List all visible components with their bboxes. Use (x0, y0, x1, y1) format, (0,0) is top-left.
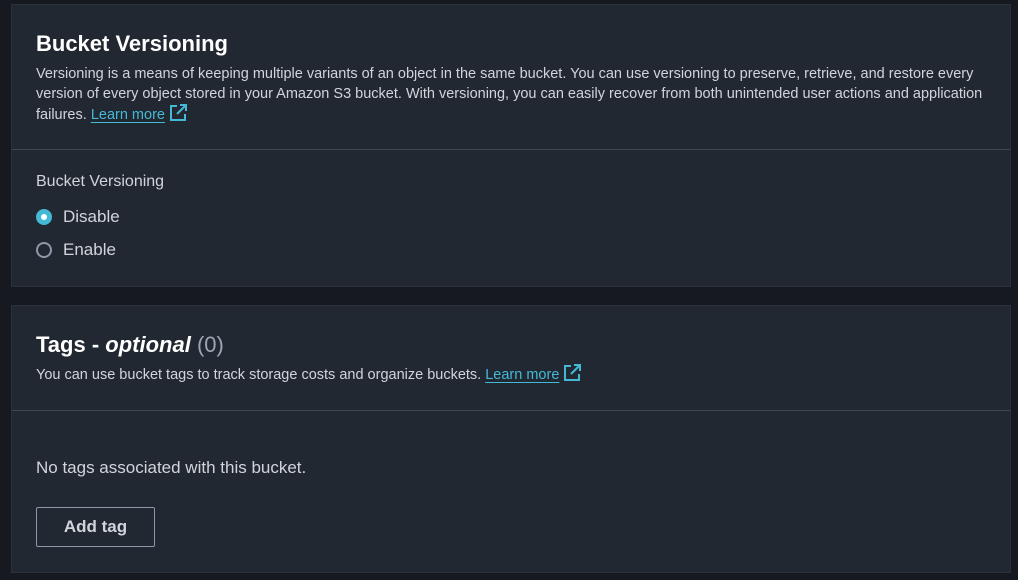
external-link-icon (169, 104, 187, 121)
panel-header: Tags - optional (0) You can use bucket t… (12, 306, 1010, 411)
tag-count: (0) (196, 332, 224, 357)
tags-body: No tags associated with this bucket. Add… (36, 456, 986, 547)
add-tag-button[interactable]: Add tag (36, 507, 155, 547)
learn-more-label: Learn more (485, 367, 560, 383)
learn-more-link[interactable]: Learn more (485, 364, 582, 383)
title-text: Tags - (36, 332, 100, 357)
radio-option-disable[interactable]: Disable (36, 200, 986, 233)
radio-button-enable[interactable] (36, 241, 52, 258)
empty-state-text: No tags associated with this bucket. (36, 458, 307, 477)
panel-title: Bucket Versioning (36, 31, 228, 56)
learn-more-link[interactable]: Learn more (90, 104, 187, 123)
radio-label-enable: Enable (63, 239, 116, 259)
field-label: Bucket Versioning (36, 173, 165, 190)
radio-button-disable[interactable] (36, 208, 52, 225)
bucket-versioning-panel: Bucket Versioning Versioning is a means … (11, 4, 1011, 287)
versioning-form: Bucket Versioning Disable Enable (36, 171, 986, 266)
panel-title: Tags - optional (0) (36, 332, 224, 358)
panel-description: You can use bucket tags to track storage… (36, 364, 986, 385)
optional-label: optional (105, 332, 191, 357)
learn-more-label: Learn more (90, 107, 165, 123)
tags-panel: Tags - optional (0) You can use bucket t… (11, 305, 1011, 573)
radio-label-disable: Disable (63, 206, 120, 226)
external-link-icon (564, 364, 582, 381)
description-text: You can use bucket tags to track storage… (36, 367, 482, 383)
radio-option-enable[interactable]: Enable (36, 233, 986, 266)
panel-description: Versioning is a means of keeping multipl… (36, 64, 986, 125)
panel-header: Bucket Versioning Versioning is a means … (12, 5, 1010, 150)
